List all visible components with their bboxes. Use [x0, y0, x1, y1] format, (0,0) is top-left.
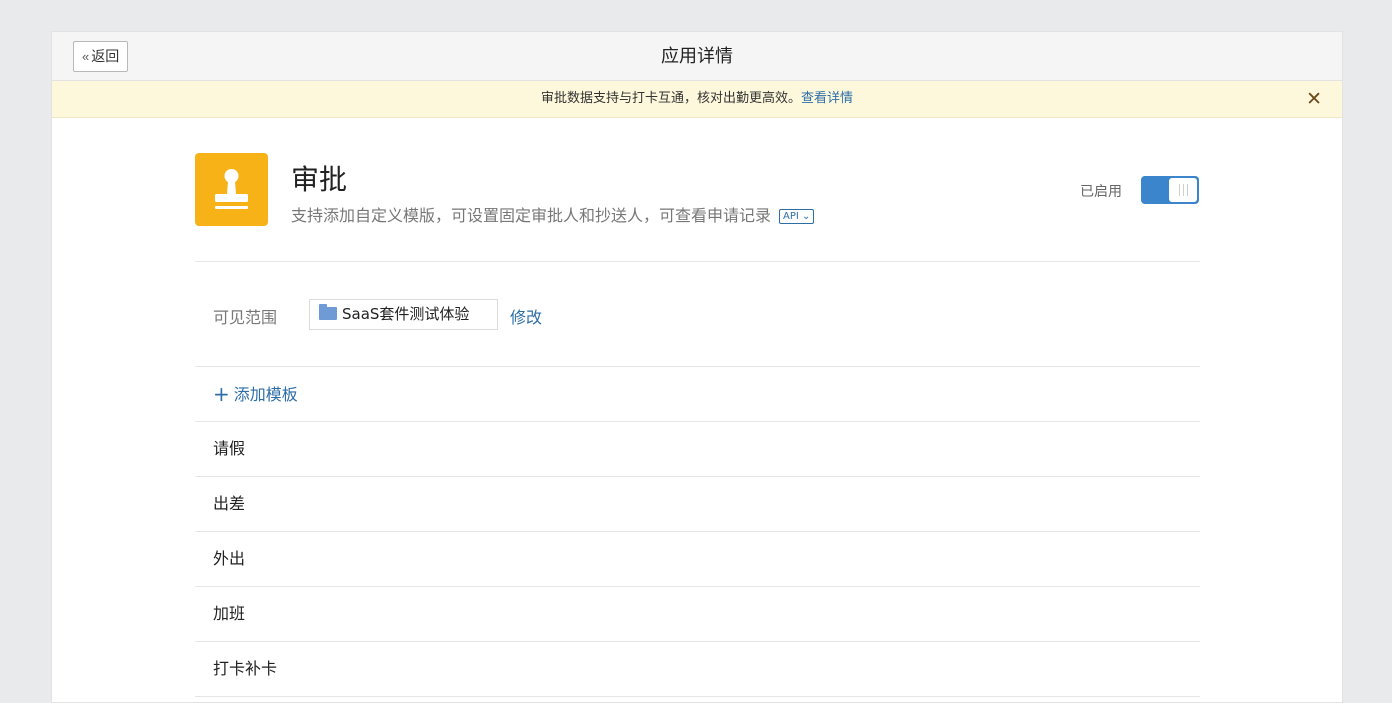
- top-bar: «返回 应用详情: [52, 32, 1342, 81]
- app-name: 审批: [291, 163, 348, 196]
- status-label: 已启用: [1080, 184, 1122, 200]
- notice-banner: 审批数据支持与打卡互通，核对出勤更高效。查看详情 ✕: [52, 81, 1342, 118]
- chevron-down-icon: ⌄: [802, 211, 811, 222]
- visibility-scope-row: 可见范围 SaaS套件测试体验 修改: [195, 262, 1200, 367]
- page-title: 应用详情: [661, 46, 733, 67]
- app-description-text: 支持添加自定义模版，可设置固定审批人和抄送人，可查看申请记录: [291, 206, 772, 225]
- close-icon[interactable]: ✕: [1306, 81, 1322, 117]
- enable-toggle[interactable]: [1141, 176, 1199, 204]
- api-tag-label: API: [783, 211, 799, 222]
- main-content: 审批 支持添加自定义模版，可设置固定审批人和抄送人，可查看申请记录 API ⌄ 已…: [195, 118, 1200, 697]
- scope-value-box: SaaS套件测试体验: [309, 299, 498, 330]
- add-template-button[interactable]: + 添加模板: [195, 367, 1200, 422]
- banner-details-link[interactable]: 查看详情: [801, 91, 853, 106]
- template-item[interactable]: 请假: [195, 422, 1200, 477]
- template-item[interactable]: 加班: [195, 587, 1200, 642]
- banner-text: 审批数据支持与打卡互通，核对出勤更高效。: [540, 91, 801, 106]
- api-dropdown[interactable]: API ⌄: [779, 209, 815, 224]
- template-item[interactable]: 出差: [195, 477, 1200, 532]
- app-header: 审批 支持添加自定义模版，可设置固定审批人和抄送人，可查看申请记录 API ⌄ 已…: [195, 118, 1200, 262]
- scope-label: 可见范围: [213, 308, 278, 327]
- app-description: 支持添加自定义模版，可设置固定审批人和抄送人，可查看申请记录 API ⌄: [291, 202, 815, 226]
- plus-icon: +: [213, 382, 230, 406]
- scope-value: SaaS套件测试体验: [342, 305, 470, 323]
- stamp-icon: [195, 153, 268, 226]
- folder-icon: [319, 304, 337, 320]
- modify-scope-link[interactable]: 修改: [510, 304, 542, 328]
- template-item[interactable]: 打卡补卡: [195, 642, 1200, 697]
- app-detail-panel: «返回 应用详情 审批数据支持与打卡互通，核对出勤更高效。查看详情 ✕ 审批 支…: [51, 31, 1343, 703]
- template-item[interactable]: 外出: [195, 532, 1200, 587]
- toggle-knob: [1169, 178, 1197, 202]
- add-template-label: 添加模板: [233, 385, 298, 404]
